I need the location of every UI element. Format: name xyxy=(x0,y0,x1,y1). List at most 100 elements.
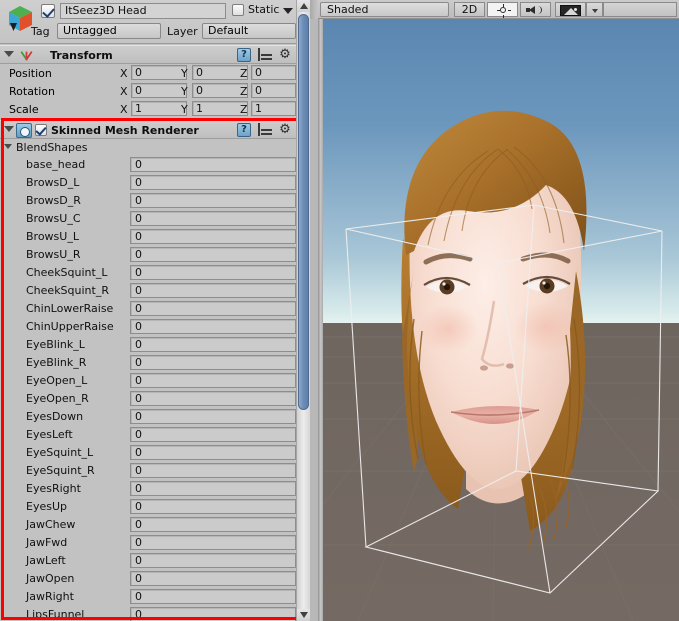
smr-enabled-checkbox[interactable] xyxy=(35,124,47,136)
blendshape-value-input[interactable]: 0 xyxy=(130,535,296,550)
toggle-audio-button[interactable] xyxy=(520,2,551,17)
blendshape-value-input[interactable]: 0 xyxy=(130,409,296,424)
scale-x-input[interactable]: 1 xyxy=(131,101,187,116)
static-checkbox[interactable] xyxy=(232,4,244,16)
position-label: Position xyxy=(9,67,52,80)
blendshape-value-input[interactable]: 0 xyxy=(130,391,296,406)
position-x-input[interactable]: 0 xyxy=(131,65,187,80)
blendshape-value-input[interactable]: 0 xyxy=(130,211,296,226)
blendshape-value-input[interactable]: 0 xyxy=(130,589,296,604)
blendshape-value-input[interactable]: 0 xyxy=(130,517,296,532)
toolbar-search-field[interactable] xyxy=(603,2,677,17)
blendshape-value-input[interactable]: 0 xyxy=(130,373,296,388)
blendshape-name: EyeSquint_L xyxy=(26,446,94,459)
blendshape-name: BrowsD_R xyxy=(26,194,81,207)
blendshape-row: BrowsU_L 0 xyxy=(0,228,296,246)
blendshape-row: JawLeft 0 xyxy=(0,552,296,570)
blendshape-value-input[interactable]: 0 xyxy=(130,229,296,244)
blendshape-value-input[interactable]: 0 xyxy=(130,499,296,514)
blendshape-value-input[interactable]: 0 xyxy=(130,607,296,621)
blendshape-value-input[interactable]: 0 xyxy=(130,481,296,496)
blendshape-row: BrowsD_R 0 xyxy=(0,192,296,210)
blendshape-name: EyeOpen_R xyxy=(26,392,89,405)
transform-icon xyxy=(20,51,33,61)
blendshape-row: EyeSquint_R 0 xyxy=(0,462,296,480)
scroll-up-arrow-icon[interactable] xyxy=(297,0,310,12)
scale-z-input[interactable]: 1 xyxy=(251,101,296,116)
blendshape-row: EyesLeft 0 xyxy=(0,426,296,444)
blendshape-value-input[interactable]: 0 xyxy=(130,319,296,334)
gameobject-name-input[interactable]: ItSeez3D Head xyxy=(60,3,226,19)
smr-header-icons: ? ⚙ xyxy=(234,123,292,138)
blendshape-row: LipsFunnel 0 xyxy=(0,606,296,621)
rotation-x-input[interactable]: 0 xyxy=(131,83,187,98)
scroll-down-arrow-icon[interactable] xyxy=(297,609,310,621)
static-dropdown-arrow-icon[interactable] xyxy=(283,8,293,14)
blendshape-row: EyeOpen_R 0 xyxy=(0,390,296,408)
static-label: Static xyxy=(248,3,280,16)
viewport-left-edge xyxy=(318,19,323,621)
blendshapes-foldout-icon[interactable] xyxy=(4,144,12,149)
blendshape-row: EyeOpen_L 0 xyxy=(0,372,296,390)
transform-header-icons: ? ⚙ xyxy=(234,48,292,63)
blendshape-value-input[interactable]: 0 xyxy=(130,463,296,478)
layer-dropdown[interactable]: Default xyxy=(202,23,296,39)
gameobject-enabled-checkbox[interactable] xyxy=(41,4,55,18)
blendshape-value-input[interactable]: 0 xyxy=(130,337,296,352)
blendshape-value-input[interactable]: 0 xyxy=(130,445,296,460)
preset-icon[interactable] xyxy=(257,48,272,62)
selection-bounding-box xyxy=(345,204,663,594)
blendshape-value-input[interactable]: 0 xyxy=(130,427,296,442)
blendshape-name: ChinLowerRaise xyxy=(26,302,114,315)
blendshape-row: JawRight 0 xyxy=(0,588,296,606)
inspector-scrollbar-thumb[interactable] xyxy=(298,14,309,410)
gizmos-dropdown-button[interactable] xyxy=(586,2,603,17)
blendshape-row: ChinLowerRaise 0 xyxy=(0,300,296,318)
scale-label: Scale xyxy=(9,103,39,116)
toggle-lighting-button[interactable] xyxy=(487,2,518,18)
tag-dropdown[interactable]: Untagged xyxy=(57,23,161,39)
blendshape-value-input[interactable]: 0 xyxy=(130,265,296,280)
blendshape-row: EyeSquint_L 0 xyxy=(0,444,296,462)
blendshape-value-input[interactable]: 0 xyxy=(130,175,296,190)
blendshapes-label: BlendShapes xyxy=(16,141,88,154)
rotation-label: Rotation xyxy=(9,85,56,98)
preset-icon[interactable] xyxy=(257,123,272,137)
blendshape-value-input[interactable]: 0 xyxy=(130,157,296,172)
toggle-2d-button[interactable]: 2D xyxy=(454,2,485,17)
gear-icon[interactable]: ⚙ xyxy=(278,48,292,62)
blendshape-value-input[interactable]: 0 xyxy=(130,193,296,208)
position-z-input[interactable]: 0 xyxy=(251,65,296,80)
blendshape-row: JawFwd 0 xyxy=(0,534,296,552)
sun-icon xyxy=(496,3,511,18)
scene-viewport[interactable] xyxy=(318,19,679,621)
blendshape-value-input[interactable]: 0 xyxy=(130,571,296,586)
skinned-mesh-renderer-header[interactable]: Skinned Mesh Renderer ? ⚙ xyxy=(0,120,296,139)
unity-editor-window: ItSeez3D Head Static Tag Untagged Layer … xyxy=(0,0,679,621)
layer-label: Layer xyxy=(167,25,198,38)
blendshape-value-input[interactable]: 0 xyxy=(130,355,296,370)
blendshape-row: JawChew 0 xyxy=(0,516,296,534)
transform-foldout-icon[interactable] xyxy=(4,51,14,57)
blendshape-value-input[interactable]: 0 xyxy=(130,301,296,316)
axis-y-label: Y xyxy=(181,85,188,98)
rotation-z-input[interactable]: 0 xyxy=(251,83,296,98)
inspector-panel: ItSeez3D Head Static Tag Untagged Layer … xyxy=(0,0,310,621)
blendshape-value-input[interactable]: 0 xyxy=(130,283,296,298)
blendshape-name: base_head xyxy=(26,158,86,171)
smr-foldout-icon[interactable] xyxy=(4,126,14,132)
axis-x-label: X xyxy=(120,103,128,116)
transform-row-scale: Scale X 1 Y 1 Z 1 xyxy=(0,101,296,118)
blendshape-value-input[interactable]: 0 xyxy=(130,553,296,568)
blendshape-name: JawChew xyxy=(26,518,76,531)
shading-mode-dropdown[interactable]: Shaded xyxy=(320,2,449,17)
gear-icon[interactable]: ⚙ xyxy=(278,123,292,137)
axis-y-label: Y xyxy=(181,103,188,116)
gizmos-toggle-button[interactable] xyxy=(555,2,586,17)
transform-component-header[interactable]: Transform ? ⚙ xyxy=(0,45,296,64)
help-book-icon[interactable]: ? xyxy=(237,48,251,62)
blendshape-value-input[interactable]: 0 xyxy=(130,247,296,262)
inspector-scrollbar[interactable] xyxy=(296,0,310,621)
blendshapes-foldout-row[interactable]: BlendShapes xyxy=(0,140,296,156)
help-book-icon[interactable]: ? xyxy=(237,123,251,137)
